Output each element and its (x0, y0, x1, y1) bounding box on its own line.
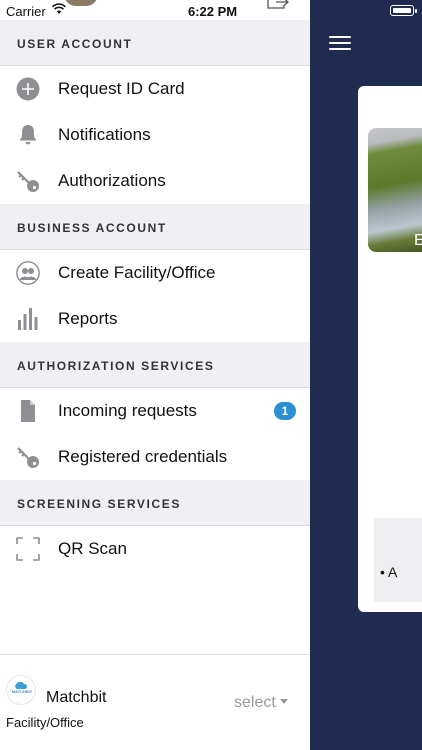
menu-item-notifications[interactable]: Notifications (0, 112, 310, 158)
wifi-icon (52, 3, 66, 14)
menu-item-label: Request ID Card (58, 79, 185, 98)
notification-badge: 1 (274, 402, 296, 420)
menu-item-label: Reports (58, 309, 118, 328)
organization-footer: MATCHBIT Matchbit Facility/Office select (0, 654, 310, 750)
status-time: 6:22 PM (188, 4, 238, 19)
status-bar-right (310, 0, 422, 22)
content-card: E • A (358, 86, 422, 612)
menu-item-registered-credentials[interactable]: Registered credentials (0, 434, 310, 480)
photo-caption: E (414, 232, 422, 249)
organization-name: Matchbit (46, 689, 107, 706)
card-gray-section (374, 518, 422, 602)
section-header-business-account: BUSINESS ACCOUNT (0, 204, 310, 250)
menu-item-label: Authorizations (58, 171, 166, 190)
side-drawer: Carrier 6:22 PM USER ACCOUNT Request ID … (0, 0, 310, 750)
section-header-user-account: USER ACCOUNT (0, 20, 310, 66)
organization-select-dropdown[interactable]: select (234, 694, 288, 712)
organization-type: Facility/Office (6, 715, 84, 730)
menu-item-reports[interactable]: Reports (0, 296, 310, 342)
hamburger-menu-icon[interactable] (329, 36, 351, 50)
users-icon (16, 261, 40, 285)
carrier-label: Carrier (6, 4, 46, 19)
bell-icon (19, 125, 37, 145)
waterfall-photo[interactable]: E (368, 128, 422, 252)
section-header-screening-services: SCREENING SERVICES (0, 480, 310, 526)
menu-item-label: Incoming requests (58, 401, 197, 420)
battery-icon (390, 5, 417, 16)
menu-item-label: QR Scan (58, 539, 127, 558)
plus-circle-icon (16, 77, 40, 101)
status-bar: Carrier 6:22 PM (0, 0, 310, 22)
section-header-authorization-services: AUTHORIZATION SERVICES (0, 342, 310, 388)
menu-item-create-facility[interactable]: Create Facility/Office (0, 250, 310, 296)
section-title: SCREENING SERVICES (17, 497, 181, 511)
select-label: select (234, 694, 276, 711)
bullet-text: • A (380, 564, 398, 580)
section-title: USER ACCOUNT (17, 37, 133, 51)
menu-item-label: Registered credentials (58, 447, 228, 466)
menu-item-request-id-card[interactable]: Request ID Card (0, 66, 310, 112)
key-icon (17, 171, 39, 192)
menu-item-label: Notifications (58, 125, 151, 144)
document-icon (21, 400, 35, 422)
logo-text: MATCHBIT (11, 689, 33, 694)
menu-item-label: Create Facility/Office (58, 263, 216, 282)
avatar (64, 0, 98, 6)
menu-item-incoming-requests[interactable]: Incoming requests 1 (0, 388, 310, 434)
menu-item-authorizations[interactable]: Authorizations (0, 158, 310, 204)
caret-down-icon (279, 699, 288, 704)
qr-scan-icon (16, 537, 40, 561)
key-icon (17, 447, 39, 468)
matchbit-logo: MATCHBIT (6, 675, 36, 705)
menu-item-qr-scan[interactable]: QR Scan (0, 526, 310, 572)
logout-icon[interactable] (264, 0, 290, 14)
section-title: BUSINESS ACCOUNT (17, 221, 167, 235)
section-title: AUTHORIZATION SERVICES (17, 359, 215, 373)
background-app: E • A (310, 0, 422, 750)
bar-chart-icon (18, 308, 38, 330)
